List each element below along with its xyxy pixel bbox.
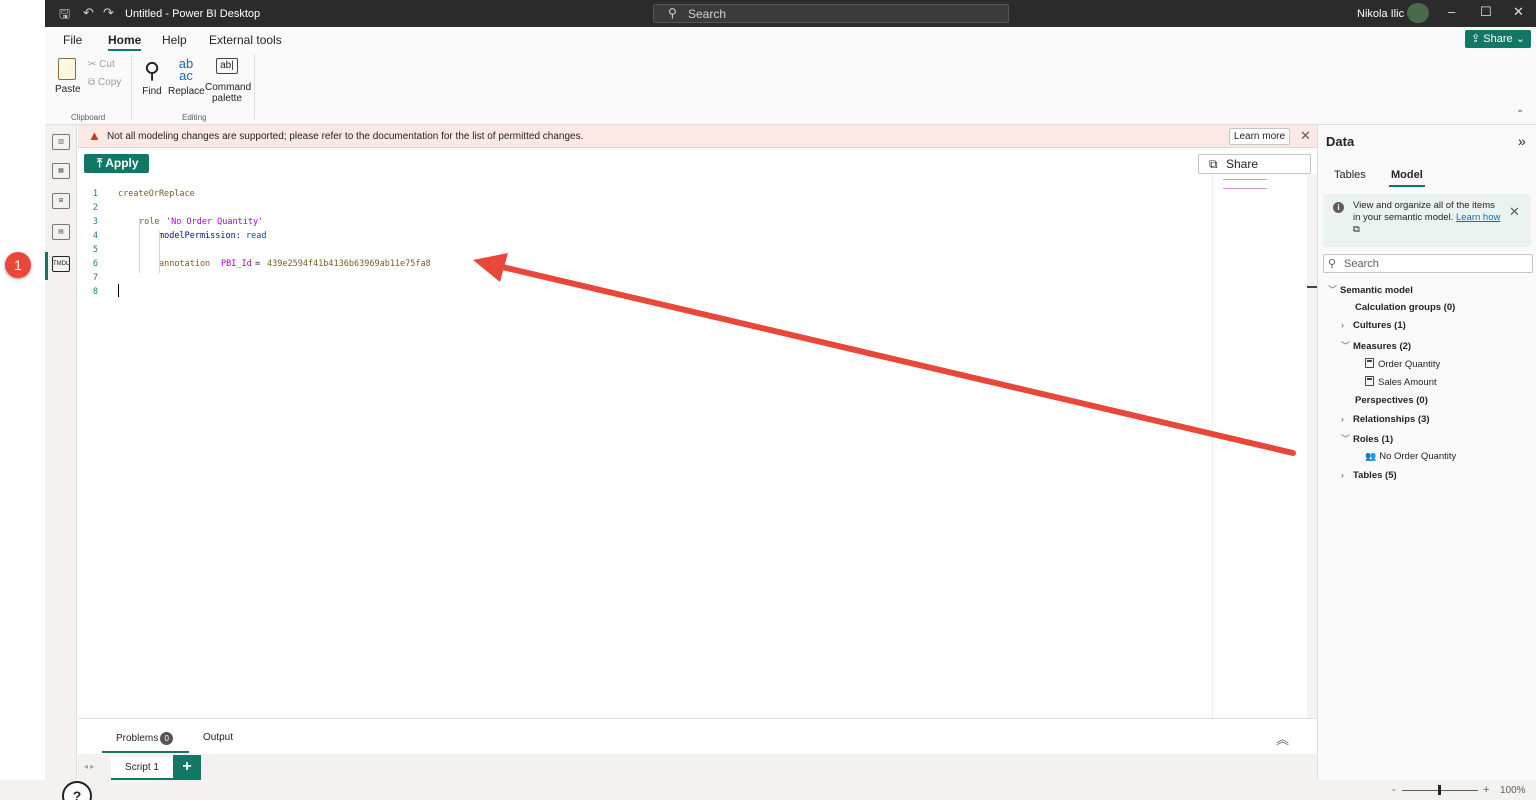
annotation-arrow-shaft <box>495 263 1296 456</box>
annotation-arrow-head <box>473 253 508 282</box>
annotation-arrow <box>473 253 1296 456</box>
